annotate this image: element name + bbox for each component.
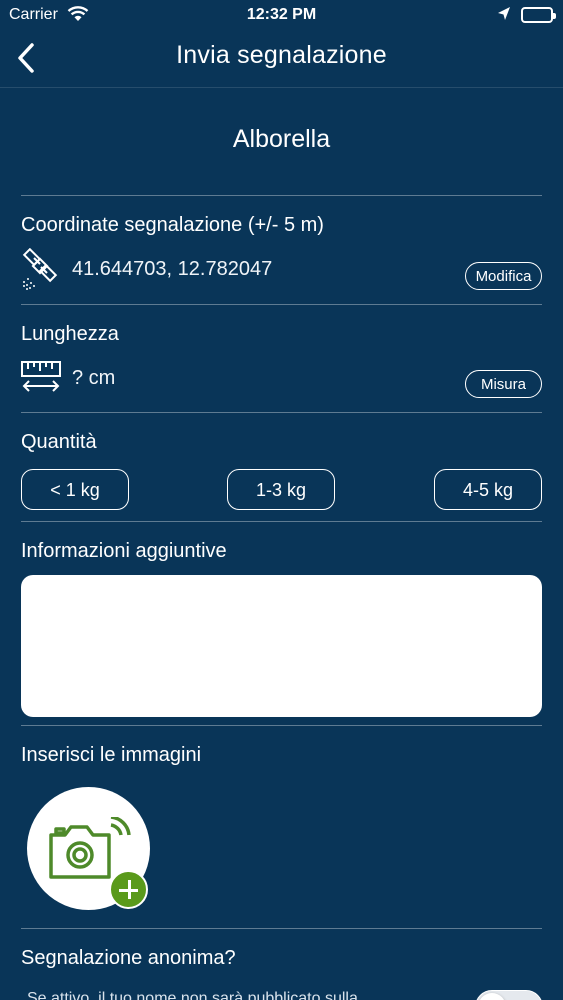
status-bar: Carrier 12:32 PM bbox=[0, 0, 563, 30]
nav-bar: Invia segnalazione bbox=[0, 30, 563, 88]
anonymous-toggle[interactable] bbox=[475, 990, 543, 1000]
anonymous-description: Se attivo, il tuo nome non sarà pubblica… bbox=[27, 990, 358, 1000]
plus-icon bbox=[109, 870, 148, 909]
ruler-icon bbox=[20, 360, 62, 401]
coordinates-value: 41.644703, 12.782047 bbox=[72, 258, 273, 280]
quantity-label: Quantità bbox=[21, 431, 97, 453]
add-photo-button[interactable] bbox=[27, 787, 150, 910]
divider bbox=[21, 195, 542, 196]
location-arrow-icon bbox=[497, 6, 511, 27]
info-label: Informazioni aggiuntive bbox=[21, 540, 227, 562]
length-label: Lunghezza bbox=[21, 323, 119, 345]
satellite-icon bbox=[20, 247, 62, 295]
quantity-option-1-3kg[interactable]: 1-3 kg bbox=[227, 469, 335, 510]
images-label: Inserisci le immagini bbox=[21, 744, 202, 766]
divider bbox=[21, 412, 542, 413]
divider bbox=[21, 928, 542, 929]
divider bbox=[21, 304, 542, 305]
page-title: Invia segnalazione bbox=[176, 41, 387, 69]
divider bbox=[21, 521, 542, 522]
battery-icon bbox=[521, 7, 556, 23]
measure-button[interactable]: Misura bbox=[465, 370, 542, 398]
quantity-option-4-5kg[interactable]: 4-5 kg bbox=[434, 469, 542, 510]
species-title: Alborella bbox=[232, 125, 331, 153]
anonymous-label: Segnalazione anonima? bbox=[21, 947, 236, 969]
divider bbox=[21, 725, 542, 726]
edit-coordinates-button[interactable]: Modifica bbox=[465, 262, 542, 290]
info-textarea[interactable] bbox=[21, 575, 542, 717]
status-time: 12:32 PM bbox=[246, 6, 317, 23]
toggle-knob bbox=[478, 993, 506, 1000]
coordinates-label: Coordinate segnalazione (+/- 5 m) bbox=[21, 214, 324, 236]
quantity-option-less-1kg[interactable]: < 1 kg bbox=[21, 469, 129, 510]
length-value: ? cm bbox=[72, 367, 116, 389]
